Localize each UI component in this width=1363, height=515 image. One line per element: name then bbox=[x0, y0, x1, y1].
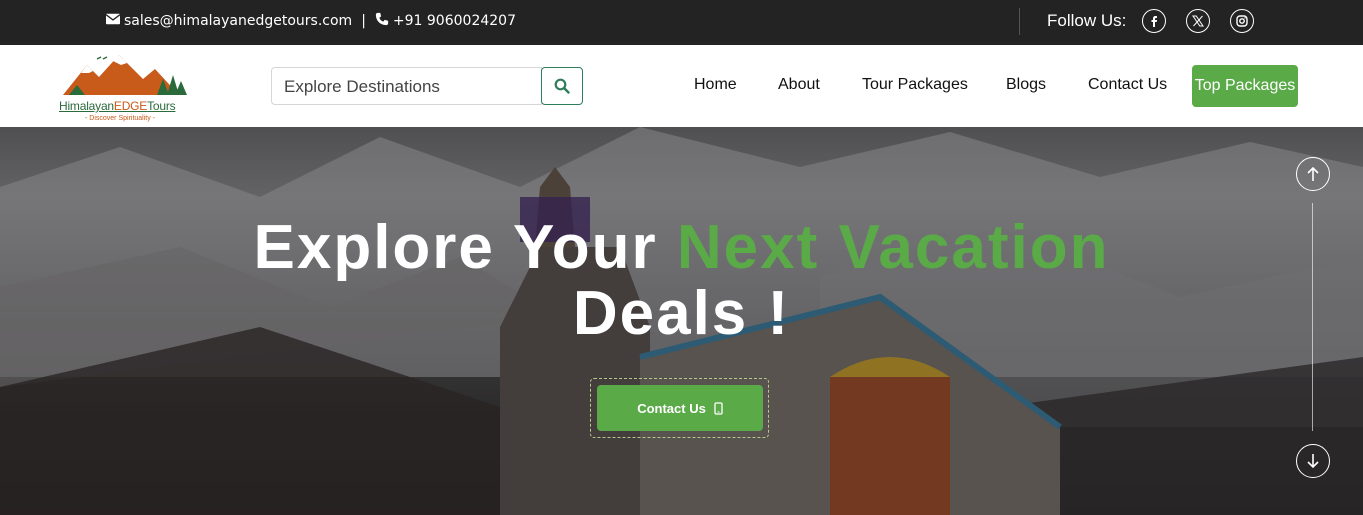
logo-tagline: - Discover Spirituality - bbox=[85, 115, 156, 122]
headline-highlight: Next Vacation bbox=[676, 213, 1110, 282]
nav-tour-packages[interactable]: Tour Packages bbox=[862, 76, 968, 94]
x-twitter-icon[interactable] bbox=[1186, 9, 1210, 33]
contact-separator: | bbox=[361, 13, 366, 29]
scroll-up-button[interactable] bbox=[1296, 157, 1330, 191]
envelope-icon bbox=[105, 13, 121, 29]
scroll-track bbox=[1312, 203, 1313, 431]
instagram-icon[interactable] bbox=[1230, 9, 1254, 33]
hero-contact-button[interactable]: Contact Us bbox=[597, 385, 763, 431]
scroll-down-button[interactable] bbox=[1296, 444, 1330, 478]
mobile-phone-icon bbox=[714, 401, 723, 415]
logo-text-edge: EDGE bbox=[113, 99, 148, 113]
main-navbar: HimalayanEDGETours - Discover Spirituali… bbox=[0, 45, 1363, 127]
nav-contact-us[interactable]: Contact Us bbox=[1088, 76, 1167, 94]
follow-us-label: Follow Us: bbox=[1047, 11, 1127, 30]
logo-wordmark: HimalayanEDGETours bbox=[59, 99, 176, 113]
nav-blogs[interactable]: Blogs bbox=[1006, 76, 1046, 94]
mountain-logo-icon bbox=[63, 55, 187, 95]
arrow-up-icon bbox=[1307, 166, 1319, 181]
logo-text-tours: Tours bbox=[147, 99, 176, 113]
search-input[interactable]: Explore Destinations bbox=[271, 67, 542, 105]
nav-about[interactable]: About bbox=[778, 76, 820, 94]
nav-home[interactable]: Home bbox=[694, 76, 737, 94]
hero-contact-label: Contact Us bbox=[637, 400, 706, 416]
email-link[interactable]: sales@himalayanedgetours.com bbox=[124, 13, 352, 29]
headline-text-1: Explore Your bbox=[253, 213, 677, 282]
hero-headline: Explore Your Next Vacation Deals ! bbox=[0, 215, 1363, 347]
logo-text-himalayan: Himalayan bbox=[59, 99, 114, 113]
top-bar: sales@himalayanedgetours.com | +91 90600… bbox=[0, 0, 1363, 45]
hero-banner: Explore Your Next Vacation Deals ! Conta… bbox=[0, 127, 1363, 515]
site-logo[interactable]: HimalayanEDGETours - Discover Spirituali… bbox=[57, 49, 197, 125]
topbar-divider bbox=[1019, 8, 1020, 35]
top-packages-button[interactable]: Top Packages bbox=[1192, 65, 1298, 107]
arrow-down-icon bbox=[1307, 454, 1319, 469]
search-icon bbox=[554, 78, 570, 94]
contact-info: sales@himalayanedgetours.com | +91 90600… bbox=[105, 12, 516, 30]
headline-text-2: Deals ! bbox=[572, 279, 791, 348]
phone-icon bbox=[375, 12, 389, 30]
phone-link[interactable]: +91 9060024207 bbox=[393, 13, 516, 29]
facebook-icon[interactable] bbox=[1142, 9, 1166, 33]
search-button[interactable] bbox=[541, 67, 583, 105]
